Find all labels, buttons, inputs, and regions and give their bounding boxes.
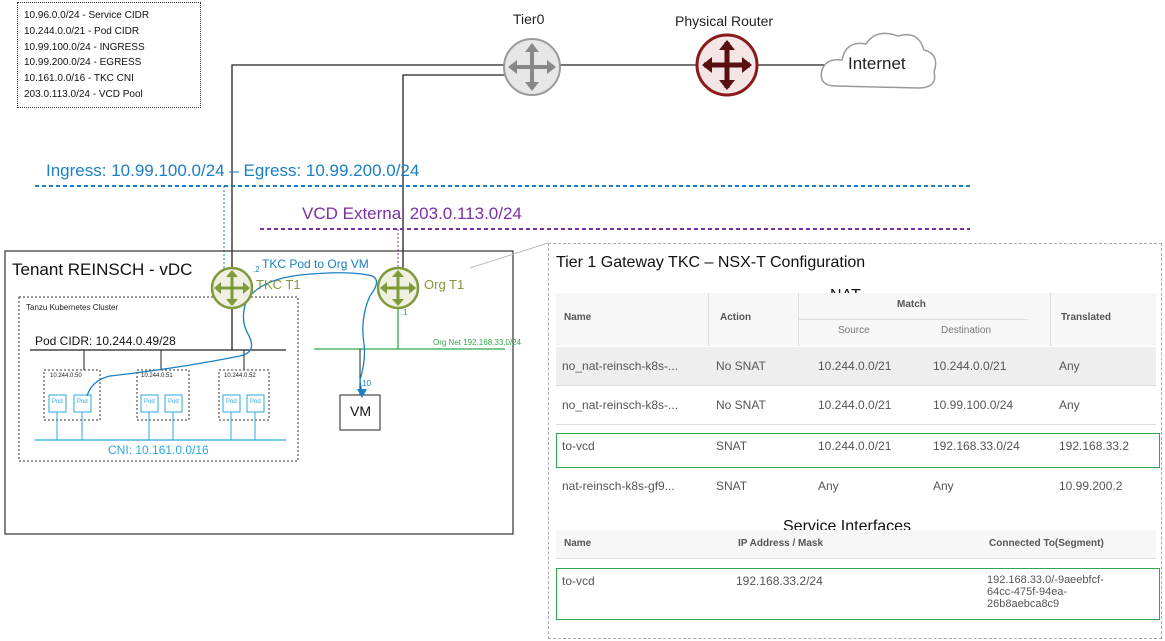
nat-name: nat-reinsch-k8s-gf9... [562,479,675,493]
org-net-label: Org Net 192.168.33.0/24 [433,338,522,347]
tkc-cluster-box [18,296,299,462]
service-name[interactable]: to-vcd [562,574,595,588]
pod-label: Pod [77,399,88,405]
legend-service-cidr: 10.96.0.0/24 - Service CIDR [24,10,150,21]
org-t1-router-icon [376,266,420,310]
org-port-label: .1 [401,308,408,317]
nat-destination: 10.99.100.0/24 [933,398,1014,412]
node-2-ip: 10.244.0.51 [141,373,173,379]
tenant-box [4,250,514,535]
service-connected-line: 192.168.33.0/-9aeebfcf- [987,574,1104,586]
nat-row[interactable]: nat-reinsch-k8s-gf9... SNAT Any Any 10.9… [556,467,1156,505]
tier0-router-icon [503,38,561,96]
nat-header-action: Action [720,312,752,323]
service-header-name: Name [564,538,592,549]
nat-header-translated: Translated [1061,312,1112,323]
legend-ingress: 10.99.100.0/24 - INGRESS [24,41,145,53]
nat-header-source: Source [838,325,870,336]
ingress-egress-label: Ingress: 10.99.100.0/24 – Egress: 10.99.… [46,161,420,180]
physical-router-label: Physical Router [675,13,774,29]
nat-action: No SNAT [716,359,766,373]
service-connected-line: 64cc-475f-94ea- [987,586,1068,598]
tkc-t1-router-icon [210,266,254,310]
pod-cni-drops [56,412,256,440]
pod-label: Pod [144,399,155,405]
nat-row[interactable]: no_nat-reinsch-k8s-... No SNAT 10.244.0.… [556,347,1156,386]
legend-egress: 10.99.200.0/24 - EGRESS [24,57,142,69]
nat-header-match: Match [897,299,926,310]
legend-vcd-pool: 203.0.113.0/24 - VCD Pool [24,88,143,100]
nat-source: Any [818,479,839,493]
nat-translated: 10.99.200.2 [1059,479,1123,493]
nat-source: 10.244.0.0/21 [818,398,892,412]
nat-row[interactable]: no_nat-reinsch-k8s-... No SNAT 10.244.0.… [556,386,1156,425]
pod-label: Pod [168,399,179,405]
tier0-label: Tier0 [513,11,545,27]
panel-title: Tier 1 Gateway TKC – NSX-T Configuration [556,254,866,271]
nat-header-name: Name [564,312,592,323]
nat-translated: Any [1059,359,1080,373]
nat-header-destination: Destination [941,325,992,336]
pod-cidr-label: Pod CIDR: 10.244.0.49/28 [35,334,176,348]
nat-action: SNAT [716,479,748,493]
nat-source: 10.244.0.0/21 [818,359,892,373]
nat-action: No SNAT [716,398,766,412]
service-connected-line: 26b8aebca8c9 [987,598,1060,610]
nat-destination: Any [933,479,954,493]
legend-pod-cidr: 10.244.0.0/21 - Pod CIDR [24,25,140,37]
org-t1-label: Org T1 [424,277,465,292]
service-header-connected: Connected To(Segment) [989,538,1104,549]
cni-label: CNI: 10.161.0.0/16 [108,443,209,457]
address-legend: 10.96.0.0/24 - Service CIDR 10.244.0.0/2… [17,2,201,108]
nat-translated: Any [1059,398,1080,412]
vm-label: VM [350,403,371,419]
nat-destination: 10.244.0.0/21 [933,359,1007,373]
nat-name: no_nat-reinsch-k8s-... [562,359,679,373]
tenant-title: Tenant REINSCH - vDC [12,260,193,279]
tkc-t1-label: TKC T1 [256,277,301,292]
flow-label: TKC Pod to Org VM [262,257,369,271]
pod-label: Pod [226,399,237,405]
nat-name: no_nat-reinsch-k8s-... [562,398,679,412]
vm-port-label: 10 [362,379,371,388]
nat-row-highlight-box [556,433,1160,468]
node-3-ip: 10.244.0.52 [224,373,256,379]
service-connected: 192.168.33.0/-9aeebfcf- 64cc-475f-94ea- … [987,574,1104,610]
node-1-ip: 10.244.0.50 [50,373,82,379]
cluster-title: Tanzu Kubernetes Cluster [26,303,119,312]
pod-label: Pod [52,399,63,405]
service-header-ip: IP Address / Mask [738,538,824,549]
pod-label: Pod [250,399,261,405]
callout-connector [469,242,549,269]
internet-label: Internet [848,54,906,73]
service-ip: 192.168.33.2/24 [736,574,823,588]
physical-router-icon [695,33,759,97]
vcd-external-label: VCD External 203.0.113.0/24 [302,204,522,223]
tkc-port-label: .2 [253,265,260,274]
legend-tkc-cni: 10.161.0.0/16 - TKC CNI [24,73,134,85]
